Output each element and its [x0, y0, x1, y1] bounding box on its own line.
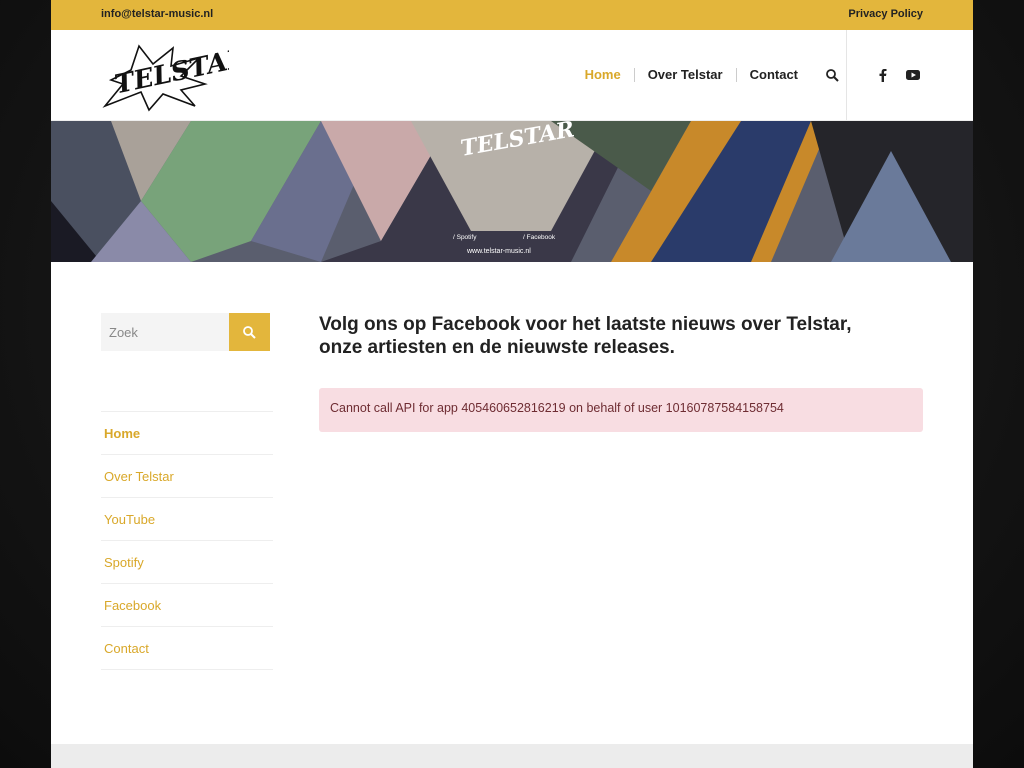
- nav-over-telstar[interactable]: Over Telstar: [633, 68, 736, 82]
- site-logo[interactable]: TELSTAR: [101, 40, 251, 112]
- nav-home[interactable]: Home: [572, 68, 634, 82]
- contact-email-link[interactable]: info@telstar-music.nl: [101, 8, 213, 20]
- sidebar-item-contact[interactable]: Contact: [101, 627, 273, 670]
- sidebar-search: [101, 313, 270, 351]
- hero-banner: TELSTAR / Spotify / Facebook www.telstar…: [51, 121, 973, 262]
- sidebar-item-spotify[interactable]: Spotify: [101, 541, 273, 584]
- search-icon[interactable]: [817, 30, 847, 120]
- main-nav: Home Over Telstar Contact: [572, 30, 847, 120]
- page-container: info@telstar-music.nl Privacy Policy TEL…: [51, 0, 973, 768]
- banner-url-text: www.telstar-music.nl: [466, 248, 531, 255]
- youtube-icon[interactable]: [905, 67, 921, 83]
- sidebar-item-home[interactable]: Home: [101, 412, 273, 455]
- banner-spotify-text: / Spotify: [453, 234, 477, 241]
- banner-facebook-text: / Facebook: [523, 234, 556, 241]
- facebook-icon[interactable]: [875, 67, 891, 83]
- main-content: Home Over Telstar YouTube Spotify Facebo…: [51, 262, 973, 746]
- nav-contact[interactable]: Contact: [735, 68, 811, 82]
- search-button[interactable]: [229, 313, 270, 351]
- sidebar-item-youtube[interactable]: YouTube: [101, 498, 273, 541]
- sidebar-menu: Home Over Telstar YouTube Spotify Facebo…: [101, 411, 273, 670]
- header-divider: [846, 30, 847, 120]
- social-links: [875, 30, 921, 120]
- footer: [51, 744, 973, 768]
- privacy-policy-link[interactable]: Privacy Policy: [848, 8, 923, 20]
- page-title: Volg ons op Facebook voor het laatste ni…: [319, 314, 852, 358]
- search-icon: [243, 325, 256, 339]
- svg-text:TELSTAR: TELSTAR: [112, 43, 229, 101]
- error-alert: Cannot call API for app 405460652816219 …: [319, 388, 923, 432]
- top-bar: info@telstar-music.nl Privacy Policy: [51, 0, 973, 30]
- sidebar-item-over-telstar[interactable]: Over Telstar: [101, 455, 273, 498]
- sidebar-item-facebook[interactable]: Facebook: [101, 584, 273, 627]
- header: TELSTAR Home Over Telstar Contact: [51, 30, 973, 121]
- search-input[interactable]: [101, 313, 229, 351]
